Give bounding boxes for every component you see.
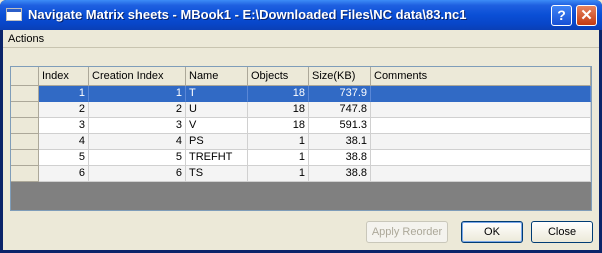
close-window-button[interactable]: ✕: [576, 5, 597, 26]
row-header[interactable]: [11, 102, 39, 118]
column-header-creation-index[interactable]: Creation Index: [89, 67, 186, 86]
cell-objects[interactable]: 18: [248, 118, 309, 134]
cell-objects[interactable]: 1: [248, 150, 309, 166]
cell-size[interactable]: 38.8: [309, 166, 371, 182]
ok-button[interactable]: OK: [461, 221, 523, 243]
title-bar[interactable]: Navigate Matrix sheets - MBook1 - E:\Dow…: [0, 0, 602, 30]
table-row[interactable]: 2 2 U 18 747.8: [11, 102, 591, 118]
sheets-table[interactable]: Index Creation Index Name Objects Size(K…: [10, 66, 592, 211]
cell-objects[interactable]: 1: [248, 166, 309, 182]
cell-creation-index[interactable]: 3: [89, 118, 186, 134]
close-button[interactable]: Close: [531, 221, 593, 243]
cell-index[interactable]: 2: [39, 102, 89, 118]
apply-reorder-button[interactable]: Apply Reorder: [366, 221, 448, 243]
help-button[interactable]: ?: [551, 5, 572, 26]
cell-size[interactable]: 38.1: [309, 134, 371, 150]
column-header-name[interactable]: Name: [186, 67, 248, 86]
cell-name[interactable]: TS: [186, 166, 248, 182]
table-row[interactable]: 5 5 TREFHT 1 38.8: [11, 150, 591, 166]
cell-name[interactable]: U: [186, 102, 248, 118]
cell-creation-index[interactable]: 1: [89, 86, 186, 102]
menu-actions[interactable]: Actions: [8, 33, 44, 45]
corner-header[interactable]: [11, 67, 39, 86]
cell-comments[interactable]: [371, 134, 591, 150]
dialog-window: Navigate Matrix sheets - MBook1 - E:\Dow…: [0, 0, 602, 253]
table-row[interactable]: 1 1 T 18 737.9: [11, 86, 591, 102]
table-row[interactable]: 4 4 PS 1 38.1: [11, 134, 591, 150]
cell-size[interactable]: 591.3: [309, 118, 371, 134]
menu-bar: Actions: [3, 30, 599, 48]
cell-name[interactable]: TREFHT: [186, 150, 248, 166]
dialog-body: Actions Index Creation Index Name Object…: [3, 30, 599, 250]
cell-name[interactable]: T: [186, 86, 248, 102]
cell-comments[interactable]: [371, 118, 591, 134]
row-header[interactable]: [11, 166, 39, 182]
cell-size[interactable]: 38.8: [309, 150, 371, 166]
cell-comments[interactable]: [371, 166, 591, 182]
cell-creation-index[interactable]: 5: [89, 150, 186, 166]
table-row[interactable]: 3 3 V 18 591.3: [11, 118, 591, 134]
app-window-icon: [6, 8, 22, 21]
cell-creation-index[interactable]: 6: [89, 166, 186, 182]
column-header-objects[interactable]: Objects: [248, 67, 309, 86]
column-header-comments[interactable]: Comments: [371, 67, 591, 86]
cell-index[interactable]: 3: [39, 118, 89, 134]
row-header[interactable]: [11, 118, 39, 134]
cell-index[interactable]: 4: [39, 134, 89, 150]
cell-creation-index[interactable]: 2: [89, 102, 186, 118]
row-header[interactable]: [11, 86, 39, 102]
cell-index[interactable]: 5: [39, 150, 89, 166]
cell-objects[interactable]: 1: [248, 134, 309, 150]
column-header-index[interactable]: Index: [39, 67, 89, 86]
cell-index[interactable]: 1: [39, 86, 89, 102]
cell-name[interactable]: V: [186, 118, 248, 134]
cell-size[interactable]: 737.9: [309, 86, 371, 102]
cell-comments[interactable]: [371, 102, 591, 118]
cell-name[interactable]: PS: [186, 134, 248, 150]
cell-objects[interactable]: 18: [248, 102, 309, 118]
window-title: Navigate Matrix sheets - MBook1 - E:\Dow…: [28, 7, 467, 22]
cell-objects[interactable]: 18: [248, 86, 309, 102]
cell-comments[interactable]: [371, 86, 591, 102]
cell-size[interactable]: 747.8: [309, 102, 371, 118]
row-header[interactable]: [11, 150, 39, 166]
row-header[interactable]: [11, 134, 39, 150]
cell-index[interactable]: 6: [39, 166, 89, 182]
table-row[interactable]: 6 6 TS 1 38.8: [11, 166, 591, 182]
cell-creation-index[interactable]: 4: [89, 134, 186, 150]
cell-comments[interactable]: [371, 150, 591, 166]
column-header-size[interactable]: Size(KB): [309, 67, 371, 86]
